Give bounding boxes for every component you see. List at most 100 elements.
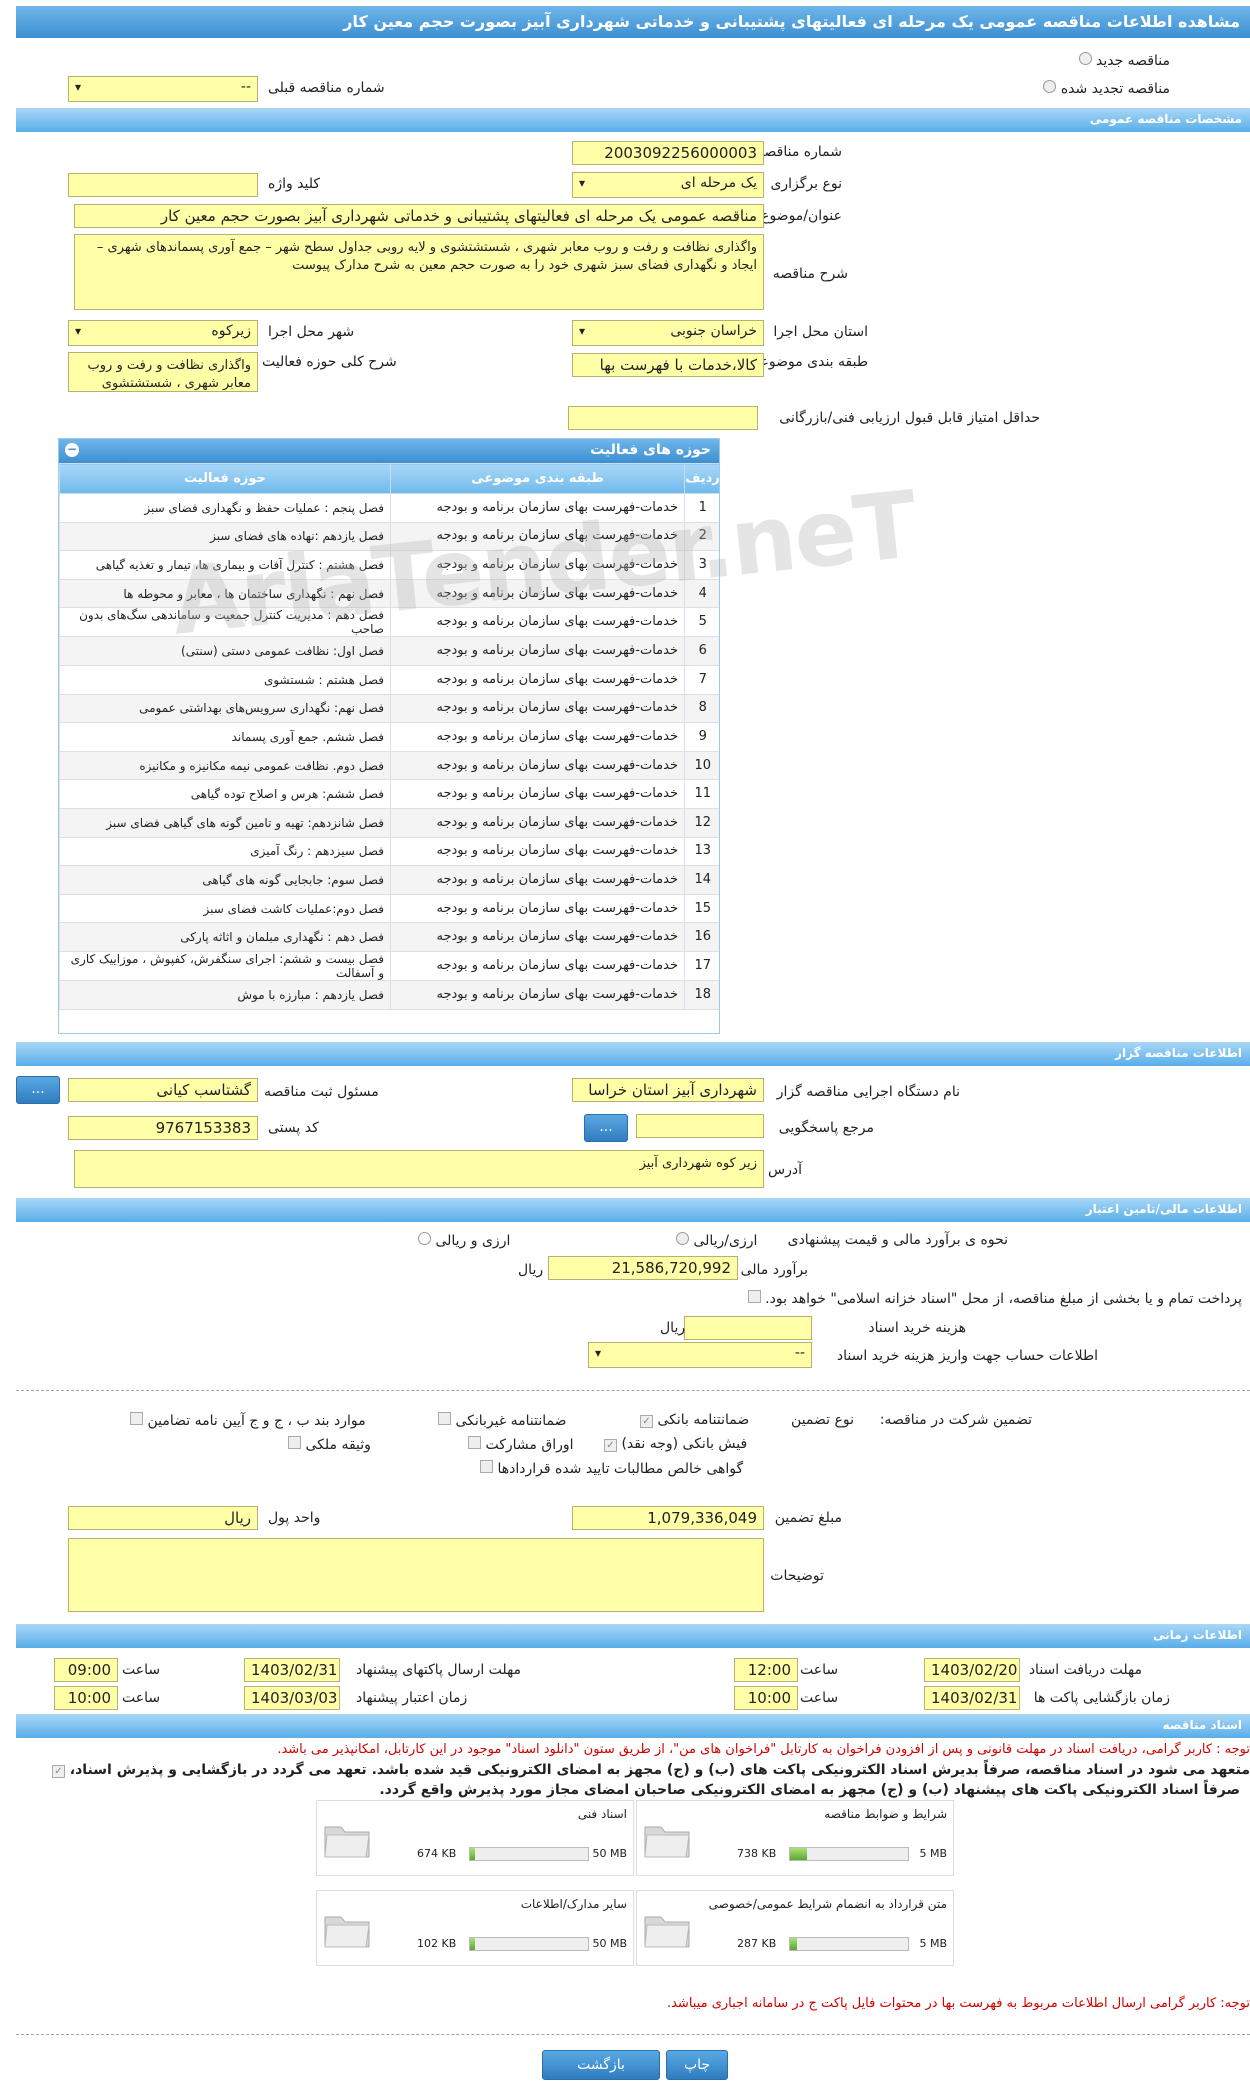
chevron-down-icon: ▾ [75,324,82,338]
radio-new-circle[interactable] [1078,52,1092,65]
receive-date[interactable]: 1403/02/20 [924,1658,1020,1682]
min-score-field[interactable] [568,406,758,430]
divider [16,2034,1250,2035]
doc-fee-unit: ریال [660,1320,686,1336]
radio-renewed[interactable]: مناقصه تجدید شده [1043,80,1170,97]
row-number: 3 [684,550,719,580]
islamic-treasury-option[interactable]: پرداخت تمام و یا بخشی از مبلغ مناقصه، از… [747,1290,1242,1307]
general-section-header: مشخصات مناقصه عمومی [16,108,1250,132]
document-card[interactable]: متن قرارداد به انضمام شرایط عمومی/خصوصی 2… [636,1890,954,1966]
document-max: 50 MB [592,1937,627,1950]
chevron-down-icon: ▾ [595,1346,602,1360]
radio-renewed-circle[interactable] [1043,80,1057,93]
guarantee-property-checkbox[interactable] [288,1436,301,1449]
row-activity: فصل نهم: نگهداری سرویس‌های بهداشتی عمومی [59,694,391,724]
radio-rial-circle[interactable] [676,1232,689,1245]
currency-label: واحد پول [268,1510,321,1526]
notes-field[interactable] [68,1538,764,1612]
table-row: 4 خدمات-فهرست بهای سازمان برنامه و بودجه ف… [59,579,719,609]
estimate-field[interactable]: 21,586,720,992 [548,1256,738,1280]
document-size: 674 KB [417,1847,457,1860]
col-row: ردیف [684,463,719,494]
estimate-method-label: نحوه ی برآورد مالی و قیمت پیشنهادی [787,1232,1008,1248]
account-select[interactable]: -- ▾ [588,1342,812,1368]
doc-fee-label: هزینه خرید اسناد [868,1320,966,1336]
document-card[interactable]: اسناد فنی 674 KB 50 MB [316,1800,634,1876]
send-time[interactable]: 09:00 [54,1658,118,1682]
print-button[interactable]: چاپ [666,2050,728,2080]
table-row: 14 خدمات-فهرست بهای سازمان برنامه و بودجه… [59,865,719,895]
table-row: 5 خدمات-فهرست بهای سازمان برنامه و بودجه ف… [59,607,719,638]
keyword-field[interactable] [68,173,258,197]
registrar-lookup-button[interactable]: ... [16,1076,60,1104]
guarantee-bonds-checkbox[interactable] [468,1436,481,1449]
row-number: 17 [684,951,719,981]
page-title: مشاهده اطلاعات مناقصه عمومی یک مرحله ای … [16,6,1250,38]
guarantee-bank-checkbox[interactable]: ✓ [640,1415,653,1428]
subject-field[interactable]: مناقصه عمومی یک مرحله ای فعالیتهای پشتیب… [74,204,764,228]
document-card[interactable]: سایر مدارک/اطلاعات 102 KB 50 MB [316,1890,634,1966]
row-activity: فصل سوم: جابجایی گونه های گیاهی [59,865,391,895]
guarantee-nonbank[interactable]: ضمانتنامه غیربانکی [438,1412,567,1429]
address-field[interactable]: زیر کوه شهرداری آبیز [74,1150,764,1188]
type-select[interactable]: یک مرحله ای ▾ [572,172,764,198]
valid-time[interactable]: 10:00 [54,1686,118,1710]
prev-number-select[interactable]: -- ▾ [68,76,258,102]
guarantee-cash-checkbox[interactable]: ✓ [604,1439,617,1452]
category-field[interactable]: کالا،خدمات با فهرست بها [572,353,764,377]
radio-new[interactable]: مناقصه جدید [1078,52,1170,69]
guarantee-bank[interactable]: ضمانتنامه بانکی ✓ [640,1412,749,1428]
collapse-icon[interactable]: − [65,443,79,457]
guarantee-claims[interactable]: گواهی خالص مطالبات تایید شده قراردادها [480,1460,743,1477]
valid-date[interactable]: 1403/03/03 [244,1686,340,1710]
back-button[interactable]: بازگشت [542,2050,660,2080]
divider [16,1390,1250,1391]
province-select[interactable]: خراسان جنوبی ▾ [572,320,764,346]
radio-currency-rial[interactable]: ارزی و ریالی [418,1232,510,1249]
send-date[interactable]: 1403/02/31 [244,1658,340,1682]
row-activity: فصل شانزدهم: تهیه و تامین گونه های گیاهی… [59,808,391,838]
amount-field[interactable]: 1,079,336,049 [572,1506,764,1530]
postal-field[interactable]: 9767153383 [68,1116,258,1140]
row-activity: فصل دهم : نگهداری مبلمان و اثاثه پارکی [59,922,391,952]
ref-field[interactable] [636,1114,764,1138]
commitment-checkbox[interactable]: ✓ [51,1765,65,1778]
tender-number-field[interactable]: 2003092256000003 [572,141,764,165]
row-activity: فصل دوم:عملیات کاشت فضای سبز [59,894,391,924]
city-label: شهر محل اجرا [268,324,355,340]
guarantee-property[interactable]: وثیقه ملکی [288,1436,371,1453]
activity-desc-field[interactable]: واگذاری نظافت و رفت و روب معابر شهری ، ش… [68,352,258,392]
document-name: سایر مدارک/اطلاعات [520,1897,627,1911]
receive-time[interactable]: 12:00 [734,1658,798,1682]
table-row: 10 خدمات-فهرست بهای سازمان برنامه و بودجه… [59,751,719,781]
postal-label: کد پستی [268,1120,319,1136]
row-activity: فصل یازدهم :نهاده های فضای سبز [59,522,391,552]
device-field[interactable]: شهرداری آبیز استان خراسا [572,1078,764,1102]
guarantee-clauses-checkbox[interactable] [130,1412,143,1425]
city-select[interactable]: زیرکوه ▾ [68,320,258,346]
activity-desc-label: شرح کلی حوزه فعالیت [262,354,397,370]
radio-currency-rial-circle[interactable] [418,1232,431,1245]
guarantee-cash[interactable]: فیش بانکی (وجه نقد) ✓ [604,1436,747,1452]
notes-label: توضیحات [770,1568,824,1584]
open-date[interactable]: 1403/02/31 [924,1686,1020,1710]
upload-progress [469,1937,589,1951]
row-activity: فصل نهم : نگهداری ساختمان ها ، معابر و م… [59,579,391,609]
guarantee-clauses[interactable]: موارد بند ب ، ج و ج آیین نامه تضامین [130,1412,366,1429]
radio-rial[interactable]: ارزی/ریالی [676,1232,757,1249]
description-label: شرح مناقصه [772,266,848,282]
registrar-field[interactable]: گشتاسب کیانی [68,1078,258,1102]
guarantee-bonds[interactable]: اوراق مشارکت [468,1436,574,1453]
open-time[interactable]: 10:00 [734,1686,798,1710]
description-field[interactable]: واگذاری نظافت و رفت و روب معابر شهری ، ش… [74,234,764,310]
document-size: 738 KB [737,1847,777,1860]
currency-field[interactable]: ریال [68,1506,258,1530]
doc-fee-field[interactable] [684,1316,812,1340]
row-activity: فصل ششم. جمع آوری پسماند [59,722,391,752]
guarantee-claims-checkbox[interactable] [480,1460,493,1473]
guarantee-nonbank-checkbox[interactable] [438,1412,451,1425]
device-label: نام دستگاه اجرایی مناقصه گزار [776,1084,960,1100]
document-card[interactable]: شرایط و ضوابط مناقصه 738 KB 5 MB [636,1800,954,1876]
ref-lookup-button[interactable]: ... [584,1114,628,1142]
islamic-treasury-checkbox[interactable] [747,1290,761,1303]
